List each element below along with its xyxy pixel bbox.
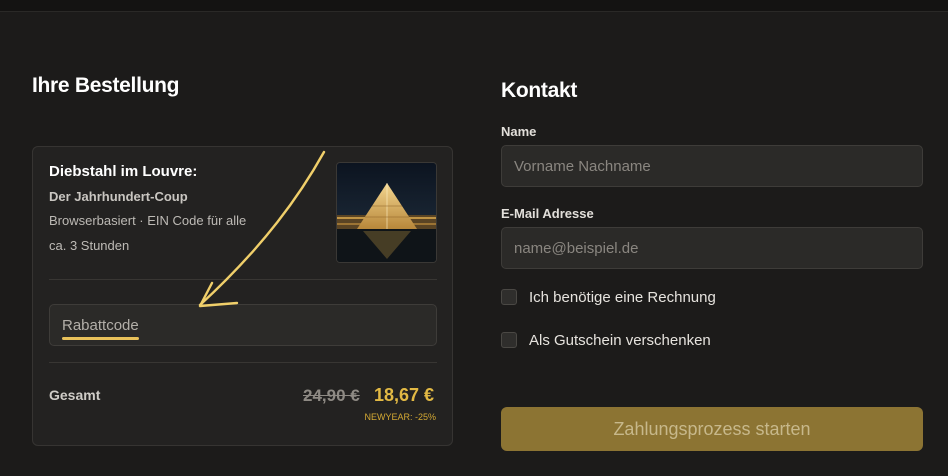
coupon-highlight-underline — [62, 337, 139, 340]
gift-checkbox[interactable] — [501, 332, 517, 348]
gift-checkbox-label[interactable]: Als Gutschein verschenken — [529, 332, 711, 349]
product-subtitle: Der Jahrhundert-Coup — [49, 189, 188, 204]
invoice-checkbox-label[interactable]: Ich benötige eine Rechnung — [529, 289, 716, 306]
product-duration: ca. 3 Stunden — [49, 238, 130, 253]
start-payment-label: Zahlungsprozess starten — [613, 418, 811, 439]
gift-checkbox-row[interactable]: Als Gutschein verschenken — [501, 331, 711, 349]
top-bar — [0, 0, 948, 12]
coupon-input[interactable]: Rabattcode — [49, 304, 437, 346]
email-label: E-Mail Adresse — [501, 206, 594, 221]
product-image-louvre-pyramid — [336, 162, 437, 263]
divider — [49, 362, 437, 363]
divider — [49, 279, 437, 280]
discount-note: NEWYEAR: -25% — [364, 412, 436, 422]
start-payment-button[interactable]: Zahlungsprozess starten — [501, 407, 923, 451]
coupon-placeholder: Rabattcode — [62, 317, 139, 334]
product-info: Browserbasiert · EIN Code für alle — [49, 213, 247, 228]
total-label: Gesamt — [49, 387, 101, 403]
email-input[interactable]: name@beispiel.de — [501, 227, 923, 269]
contact-heading: Kontakt — [501, 79, 578, 102]
invoice-checkbox-row[interactable]: Ich benötige eine Rechnung — [501, 288, 716, 306]
email-placeholder: name@beispiel.de — [514, 240, 639, 257]
invoice-checkbox[interactable] — [501, 289, 517, 305]
name-input[interactable]: Vorname Nachname — [501, 145, 923, 187]
product-title: Diebstahl im Louvre: — [49, 163, 198, 180]
old-price: 24,90 € — [303, 386, 360, 405]
louvre-pyramid-image — [337, 163, 436, 262]
name-label: Name — [501, 124, 537, 139]
order-card: Diebstahl im Louvre: Der Jahrhundert-Cou… — [32, 146, 453, 446]
new-price: 18,67 € — [374, 385, 435, 405]
name-placeholder: Vorname Nachname — [514, 158, 651, 175]
order-heading: Ihre Bestellung — [32, 74, 180, 97]
